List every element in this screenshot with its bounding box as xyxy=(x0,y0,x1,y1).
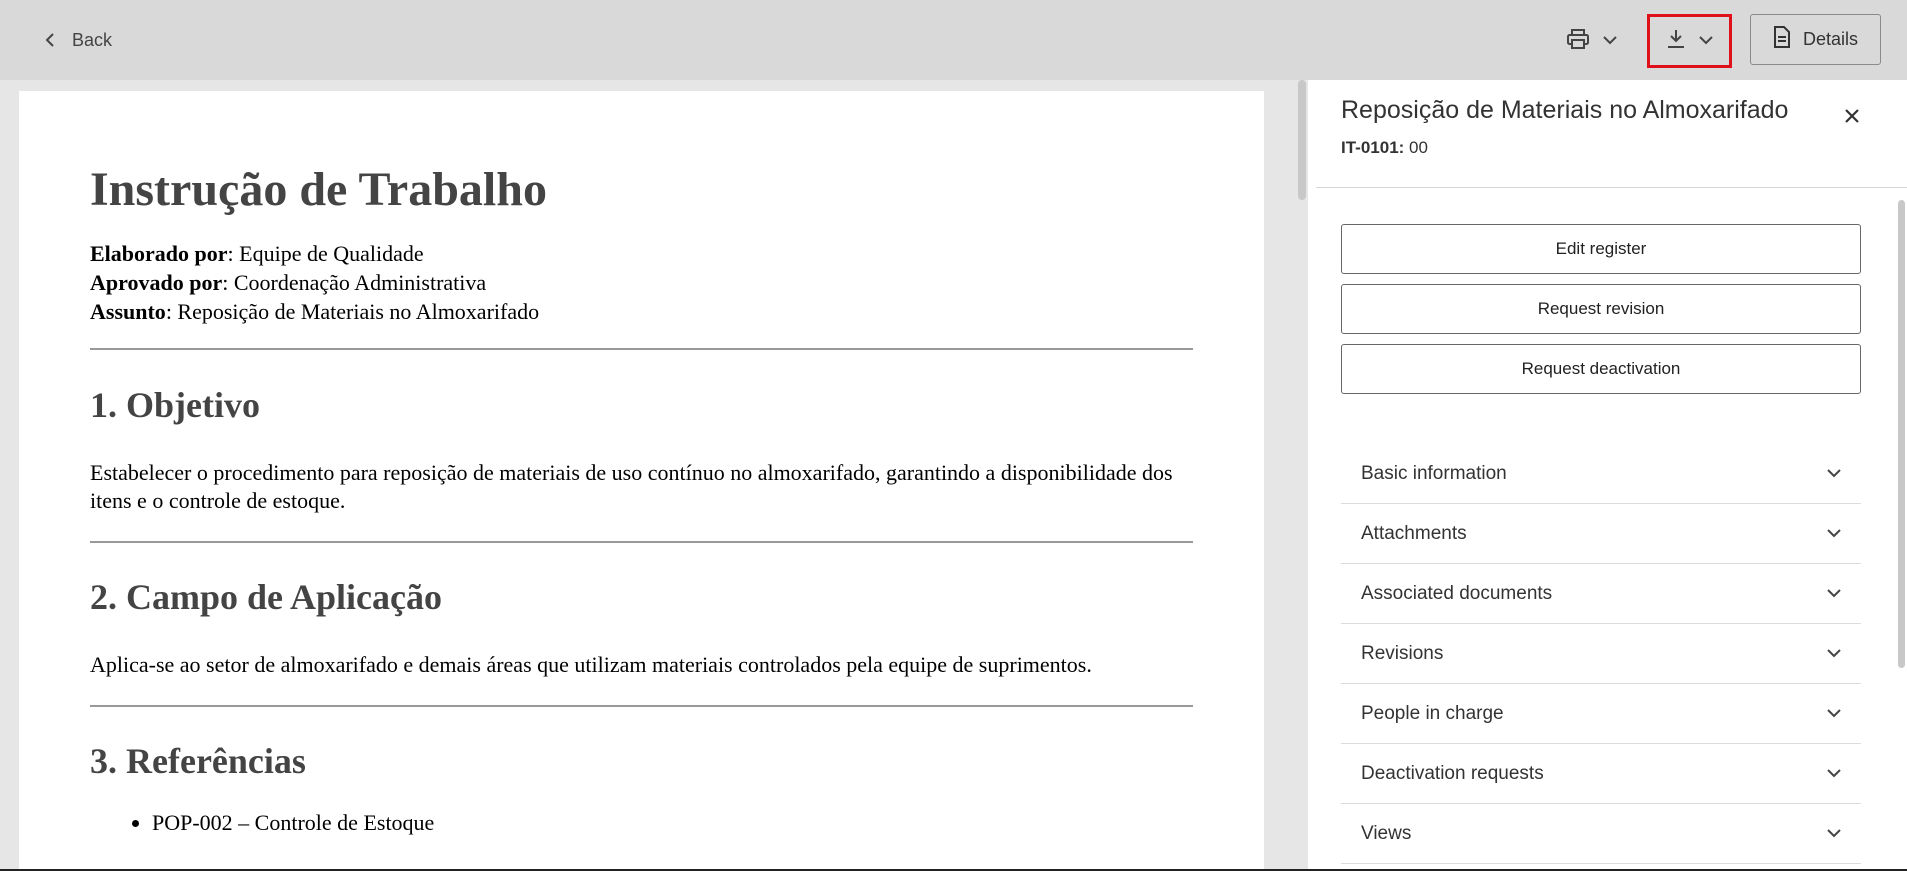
accordion-views[interactable]: Views xyxy=(1341,804,1861,864)
section-heading: 2. Campo de Aplicação xyxy=(90,577,443,617)
accordion-associated-documents[interactable]: Associated documents xyxy=(1341,564,1861,624)
document-scrollbar[interactable] xyxy=(1298,80,1306,200)
meta-approver: Aprovado por: Coordenação Administrativa xyxy=(90,270,487,295)
document-code: IT-0101: 00 xyxy=(1341,138,1428,158)
divider xyxy=(90,541,1193,543)
meta-author: Elaborado por: Equipe de Qualidade xyxy=(90,241,424,266)
close-icon[interactable] xyxy=(1840,104,1864,128)
accordion-revisions[interactable]: Revisions xyxy=(1341,624,1861,684)
chevron-down-icon xyxy=(1698,32,1713,50)
chevron-down-icon xyxy=(1827,645,1841,663)
back-button[interactable]: Back xyxy=(44,26,112,54)
panel-scrollbar[interactable] xyxy=(1898,200,1905,668)
code-label: IT-0101: xyxy=(1341,138,1405,157)
details-button[interactable]: Details xyxy=(1750,14,1881,65)
section-text: Aplica-se ao setor de almoxarifado e dem… xyxy=(90,652,1092,677)
chevron-down-icon xyxy=(1827,585,1841,603)
accordion-basic-information[interactable]: Basic information xyxy=(1341,444,1861,504)
document-page: Instrução de Trabalho Elaborado por: Equ… xyxy=(19,91,1264,871)
accordion-people-in-charge[interactable]: People in charge xyxy=(1341,684,1861,744)
chevron-left-icon xyxy=(44,33,58,47)
details-panel: Reposição de Materiais no Almoxarifado I… xyxy=(1308,80,1907,871)
details-label: Details xyxy=(1802,29,1859,49)
document-icon xyxy=(1773,26,1791,53)
accordion-label: Deactivation requests xyxy=(1361,762,1544,784)
accordion-label: Revisions xyxy=(1361,642,1444,664)
chevron-down-icon xyxy=(1827,465,1841,483)
accordion-label: Associated documents xyxy=(1361,582,1553,604)
section-text: Estabelecer o procedimento para reposiçã… xyxy=(90,460,1173,513)
accordion-deactivation-requests[interactable]: Deactivation requests xyxy=(1341,744,1861,804)
download-menu-button[interactable] xyxy=(1647,14,1732,68)
list-item: POP-002 – Controle de Estoque xyxy=(152,809,1193,837)
divider xyxy=(90,348,1193,350)
references-list: POP-002 – Controle de Estoque xyxy=(152,809,1193,837)
document-viewer[interactable]: Instrução de Trabalho Elaborado por: Equ… xyxy=(0,80,1300,871)
chevron-down-icon xyxy=(1827,705,1841,723)
section-heading: 1. Objetivo xyxy=(90,385,260,425)
top-toolbar: Back Details xyxy=(0,0,1907,80)
request-revision-button[interactable]: Request revision xyxy=(1341,284,1861,334)
accordion-label: People in charge xyxy=(1361,702,1504,724)
divider xyxy=(90,705,1193,707)
print-menu-button[interactable] xyxy=(1556,14,1628,68)
chevron-down-icon xyxy=(1603,32,1617,50)
section-heading: 3. Referências xyxy=(90,741,306,781)
back-label: Back xyxy=(72,29,113,50)
meta-subject: Assunto: Reposição de Materiais no Almox… xyxy=(90,299,540,324)
edit-register-button[interactable]: Edit register xyxy=(1341,224,1861,274)
chevron-down-icon xyxy=(1827,765,1841,783)
chevron-down-icon xyxy=(1827,825,1841,843)
document-meta: Elaborado por: Equipe de Qualidade Aprov… xyxy=(90,239,1193,326)
accordion-label: Attachments xyxy=(1361,522,1467,544)
document-title: Instrução de Trabalho xyxy=(90,163,547,216)
download-icon xyxy=(1667,29,1685,54)
panel-title: Reposição de Materiais no Almoxarifado xyxy=(1341,96,1789,124)
chevron-down-icon xyxy=(1827,525,1841,543)
request-deactivation-button[interactable]: Request deactivation xyxy=(1341,344,1861,394)
accordion-label: Views xyxy=(1361,822,1412,844)
printer-icon xyxy=(1567,28,1589,54)
accordion-attachments[interactable]: Attachments xyxy=(1341,504,1861,564)
divider xyxy=(1316,187,1907,188)
code-value: 00 xyxy=(1404,138,1428,157)
accordion-label: Basic information xyxy=(1361,462,1507,484)
